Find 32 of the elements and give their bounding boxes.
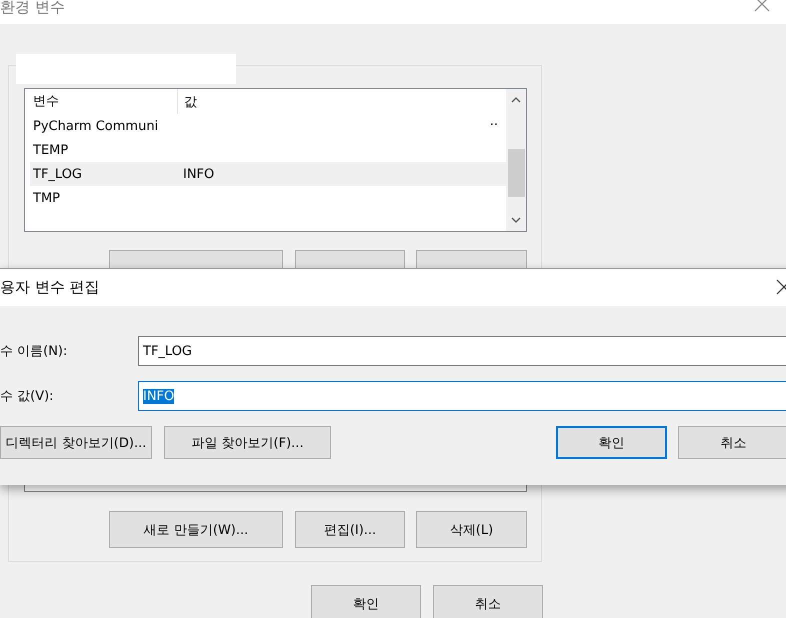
window-title: 환경 변수 bbox=[0, 0, 65, 16]
list-action-button[interactable]: 편집(I)... bbox=[295, 511, 405, 548]
list-row[interactable]: PyCharm Communi .. bbox=[31, 114, 506, 138]
dialog-title: 용자 변수 편집 bbox=[0, 278, 100, 297]
input-field[interactable]: TF_LOG bbox=[138, 336, 786, 366]
table-cell-text: INFO bbox=[182, 166, 214, 182]
list-action-button[interactable]: 새로 만들기(W)... bbox=[109, 511, 283, 548]
dialog-button[interactable]: 취소 bbox=[433, 585, 543, 618]
dialog-button[interactable]: 확인 bbox=[311, 585, 421, 618]
table-cell-text: PyCharm Communi bbox=[32, 118, 160, 134]
browse-button[interactable]: 디렉터리 찾아보기(D)... bbox=[0, 426, 152, 459]
list-row[interactable]: TEMP bbox=[31, 138, 506, 162]
dialog-button[interactable]: 확인 bbox=[556, 426, 667, 459]
input-field[interactable]: INFO bbox=[138, 381, 786, 411]
field-label: 수 값(V): bbox=[0, 388, 55, 405]
scroll-up-icon[interactable] bbox=[511, 97, 521, 103]
scrollbar[interactable] bbox=[506, 89, 526, 231]
table-cell-text: .. bbox=[488, 114, 498, 128]
variable-list[interactable]: 변수 값 PyCharm Communi .. TEMP TF_LOG INFO TMP bbox=[24, 88, 527, 232]
scroll-down-icon[interactable] bbox=[511, 217, 521, 223]
list-row[interactable]: TF_LOG INFO bbox=[30, 162, 506, 186]
field-label: 수 이름(N): bbox=[0, 343, 68, 360]
table-cell-text: TF_LOG bbox=[32, 166, 84, 182]
list-action-button[interactable]: 삭제(L) bbox=[416, 511, 527, 548]
list-row[interactable]: TMP bbox=[31, 186, 506, 210]
table-cell-text: TMP bbox=[32, 190, 61, 206]
table-cell-text: TEMP bbox=[32, 142, 70, 158]
dialog-button[interactable]: 취소 bbox=[678, 426, 786, 459]
column-header[interactable]: 값 bbox=[178, 92, 197, 110]
browse-button[interactable]: 파일 찾아보기(F)... bbox=[164, 426, 331, 459]
column-header[interactable]: 변수 bbox=[31, 89, 178, 114]
scroll-thumb[interactable] bbox=[508, 149, 524, 197]
